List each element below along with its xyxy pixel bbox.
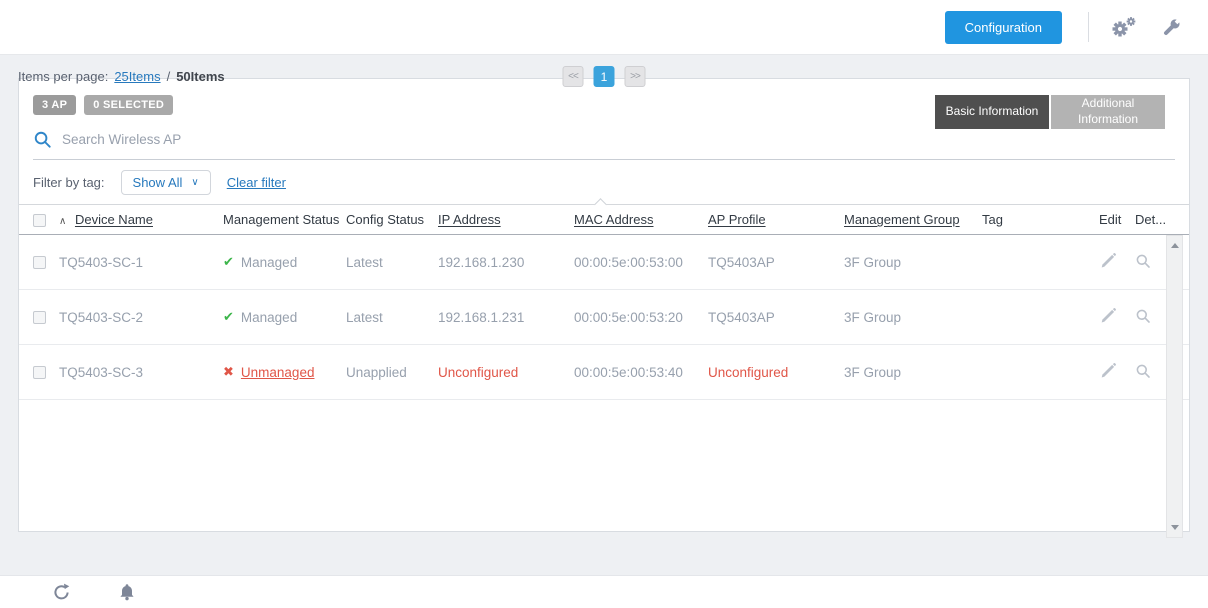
prev-page-button[interactable]: << — [563, 66, 584, 87]
edit-pencil-icon[interactable] — [1099, 252, 1117, 270]
search-icon — [33, 130, 52, 149]
sort-asc-icon: ∧ — [59, 216, 66, 227]
details-magnifier-icon[interactable] — [1135, 363, 1151, 379]
table-row: TQ5403-SC-3 ✖ Unmanaged Unapplied Unconf… — [19, 345, 1189, 400]
header-notch-icon — [594, 198, 607, 211]
status-icon: ✔ — [223, 309, 234, 325]
header-config-status: Config Status — [346, 212, 438, 227]
cell-config-status: Latest — [346, 255, 438, 270]
bell-icon[interactable] — [119, 583, 135, 601]
items-per-page-label: Items per page: — [18, 69, 108, 84]
tab-basic-information[interactable]: Basic Information — [935, 95, 1049, 129]
clear-filter-link[interactable]: Clear filter — [227, 175, 286, 190]
header-tag: Tag — [982, 212, 1099, 227]
edit-pencil-icon[interactable] — [1099, 307, 1117, 325]
cell-ap-profile: TQ5403AP — [708, 255, 844, 270]
status-icon: ✔ — [223, 254, 234, 270]
header-edit: Edit — [1099, 212, 1135, 227]
topbar: Configuration — [0, 0, 1208, 55]
header-management-status: Management Status — [223, 212, 346, 227]
cell-management-group: 3F Group — [844, 255, 982, 270]
footer-row: Items per page: 25Items / 50Items << 1 >… — [18, 55, 1190, 98]
page-size-link[interactable]: 25Items — [114, 69, 160, 84]
cell-device-name: TQ5403-SC-3 — [59, 365, 223, 380]
edit-pencil-icon[interactable] — [1099, 362, 1117, 380]
cell-mac-address: 00:00:5e:00:53:00 — [574, 255, 708, 270]
cell-ap-profile: Unconfigured — [708, 365, 844, 380]
table-rows: TQ5403-SC-1 ✔ Managed Latest 192.168.1.2… — [19, 235, 1189, 400]
next-page-button[interactable]: >> — [625, 66, 646, 87]
scroll-up-arrow-icon[interactable] — [1171, 243, 1179, 248]
scroll-down-arrow-icon[interactable] — [1171, 525, 1179, 530]
filter-row: Filter by tag: Show All ∨ Clear filter — [33, 170, 1175, 195]
table-body: TQ5403-SC-1 ✔ Managed Latest 192.168.1.2… — [19, 235, 1189, 538]
cell-management-group: 3F Group — [844, 365, 982, 380]
cell-device-name: TQ5403-SC-1 — [59, 255, 223, 270]
status-text: Managed — [241, 310, 297, 325]
status-text: Managed — [241, 255, 297, 270]
bottombar — [0, 575, 1208, 608]
ap-count-badge: 3 AP — [33, 95, 76, 115]
header-ip-address[interactable]: IP Address — [438, 212, 501, 227]
cell-management-status: ✔ Managed — [223, 254, 346, 270]
wrench-icon[interactable] — [1161, 17, 1182, 38]
header-management-group[interactable]: Management Group — [844, 212, 960, 227]
pagination: << 1 >> — [563, 66, 646, 87]
search-row — [33, 130, 1175, 160]
header-ap-profile[interactable]: AP Profile — [708, 212, 766, 227]
table-row: TQ5403-SC-1 ✔ Managed Latest 192.168.1.2… — [19, 235, 1189, 290]
select-all-checkbox[interactable] — [33, 214, 46, 227]
details-magnifier-icon[interactable] — [1135, 308, 1151, 324]
header-device-name[interactable]: Device Name — [75, 212, 153, 227]
cell-ip-address: 192.168.1.231 — [438, 310, 574, 325]
tag-filter-value: Show All — [133, 175, 183, 190]
configuration-button[interactable]: Configuration — [945, 11, 1062, 44]
cell-mac-address: 00:00:5e:00:53:20 — [574, 310, 708, 325]
header-details: Det... — [1135, 212, 1175, 227]
chevron-down-icon: ∨ — [191, 177, 198, 188]
status-icon: ✖ — [223, 364, 234, 380]
cell-ap-profile: TQ5403AP — [708, 310, 844, 325]
cell-mac-address: 00:00:5e:00:53:40 — [574, 365, 708, 380]
info-tabs: Basic Information Additional Information — [935, 95, 1165, 129]
current-page-button[interactable]: 1 — [594, 66, 615, 87]
header-mac-address[interactable]: MAC Address — [574, 212, 653, 227]
search-input[interactable] — [62, 132, 1175, 147]
status-text[interactable]: Unmanaged — [241, 365, 315, 380]
tag-filter-dropdown[interactable]: Show All ∨ — [121, 170, 211, 195]
refresh-icon[interactable] — [52, 583, 71, 602]
table-row: TQ5403-SC-2 ✔ Managed Latest 192.168.1.2… — [19, 290, 1189, 345]
wireless-ap-panel: 3 AP 0 SELECTED Basic Information Additi… — [18, 78, 1190, 532]
cell-management-group: 3F Group — [844, 310, 982, 325]
cell-device-name: TQ5403-SC-2 — [59, 310, 223, 325]
table-header-row: ∧ Device Name Management Status Config S… — [19, 204, 1189, 235]
row-checkbox[interactable] — [33, 366, 46, 379]
tab-additional-information[interactable]: Additional Information — [1051, 95, 1165, 129]
topbar-divider — [1088, 12, 1089, 42]
filter-by-tag-label: Filter by tag: — [33, 175, 105, 190]
row-checkbox[interactable] — [33, 256, 46, 269]
settings-gears-icon[interactable] — [1111, 16, 1137, 38]
vertical-scrollbar[interactable] — [1166, 235, 1183, 538]
cell-management-status: ✖ Unmanaged — [223, 364, 346, 380]
selected-count-badge: 0 SELECTED — [84, 95, 173, 115]
details-magnifier-icon[interactable] — [1135, 253, 1151, 269]
cell-config-status: Unapplied — [346, 365, 438, 380]
cell-management-status: ✔ Managed — [223, 309, 346, 325]
cell-ip-address: Unconfigured — [438, 365, 574, 380]
cell-ip-address: 192.168.1.230 — [438, 255, 574, 270]
cell-config-status: Latest — [346, 310, 438, 325]
row-checkbox[interactable] — [33, 311, 46, 324]
separator: / — [167, 69, 171, 84]
total-items-label: 50Items — [176, 69, 224, 84]
